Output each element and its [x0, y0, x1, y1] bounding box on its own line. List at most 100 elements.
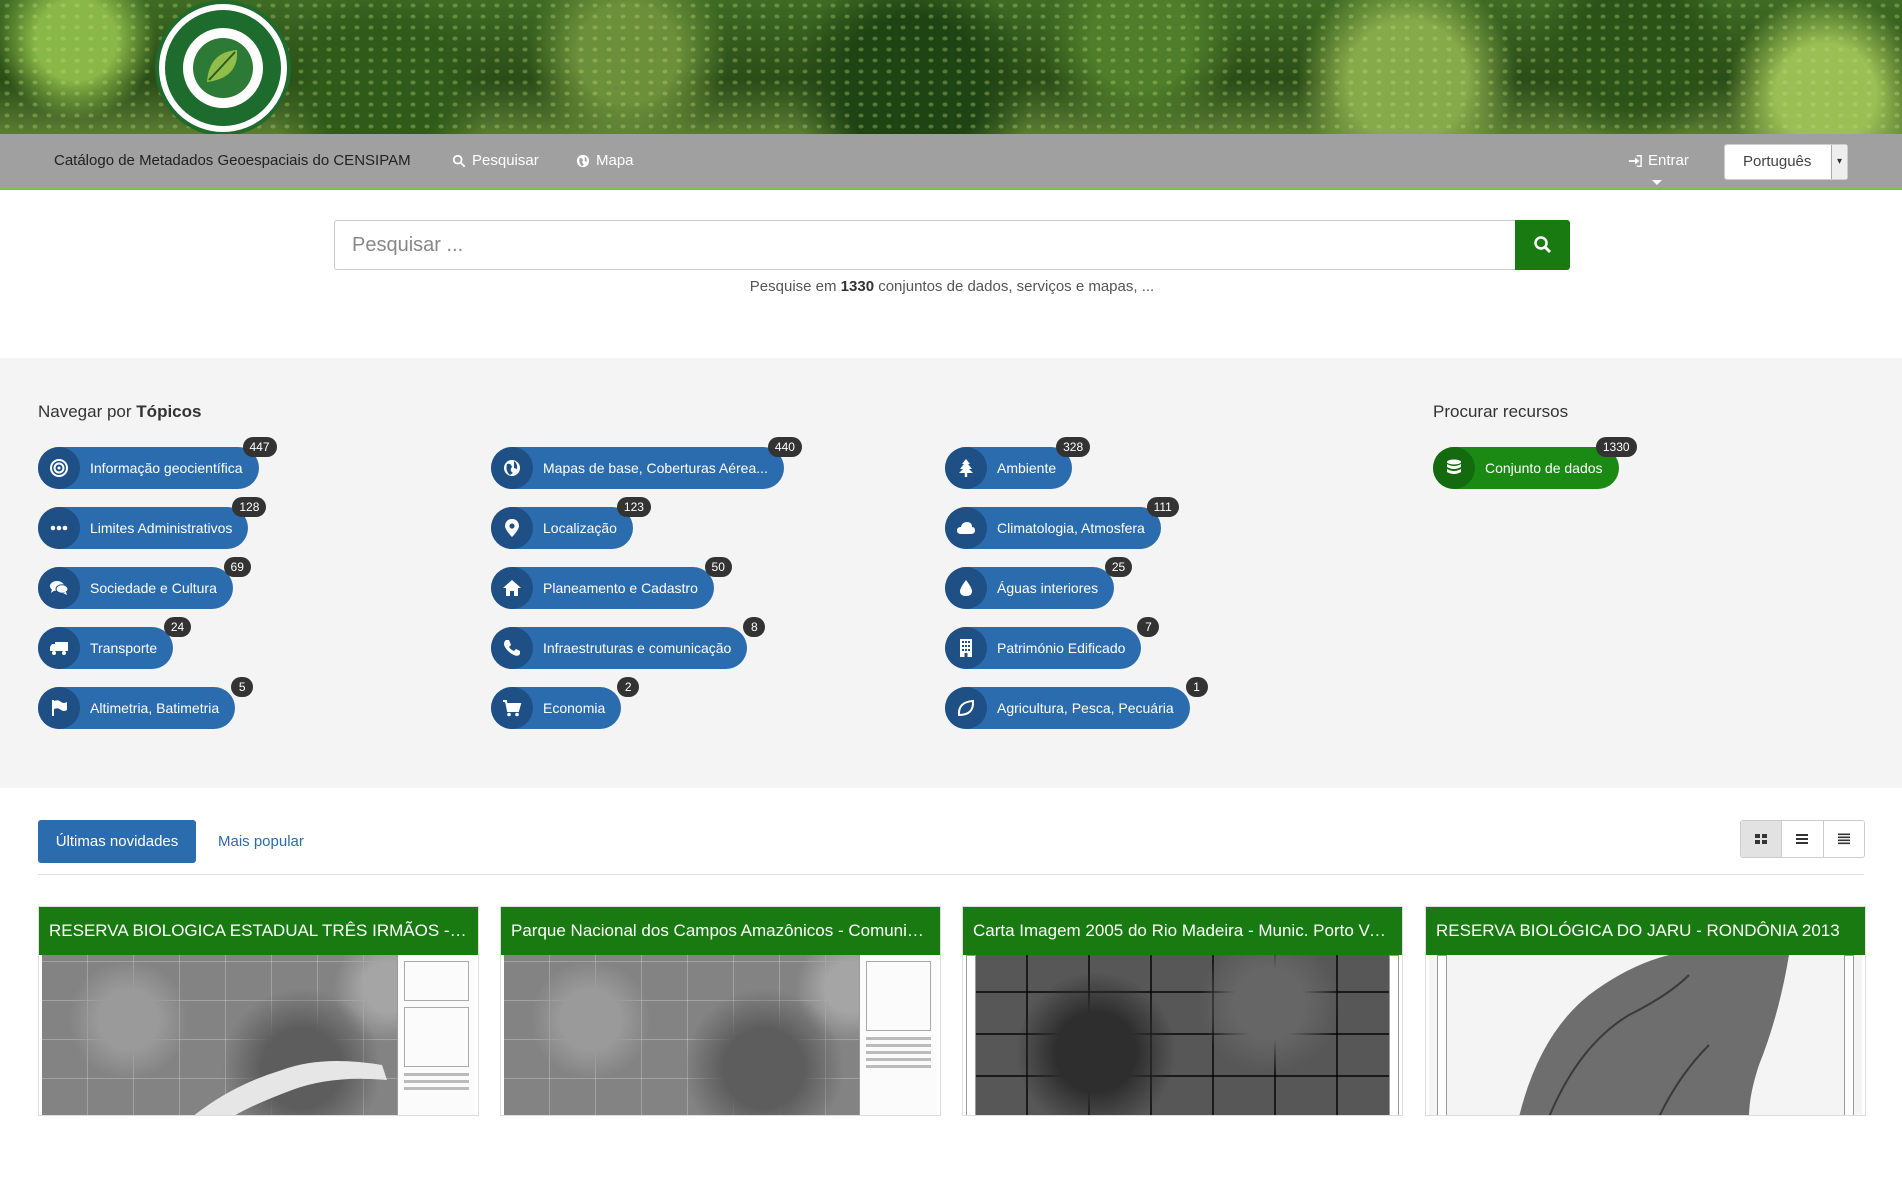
topic-count-badge: 447: [242, 437, 277, 457]
record-thumbnail[interactable]: [42, 955, 475, 1115]
search-input[interactable]: [334, 220, 1515, 270]
topic-agriculture[interactable]: Agricultura, Pesca, Pecuária 1: [945, 677, 1208, 729]
tab-latest[interactable]: Últimas novidades: [38, 820, 196, 863]
table-icon: [1837, 833, 1850, 845]
tree-icon: [945, 447, 987, 489]
phone-icon: [491, 627, 533, 669]
topic-infrastructure[interactable]: Infraestruturas e comunicação 8: [491, 617, 766, 669]
resource-count-badge: 1330: [1595, 437, 1637, 457]
topics-title-prefix: Navegar por: [38, 402, 132, 421]
record-card-title[interactable]: RESERVA BIOLOGICA ESTADUAL TRÊS IRMÃOS -…: [39, 907, 478, 955]
reserve-shape: [1519, 955, 1789, 1115]
topic-planning[interactable]: Planeamento e Cadastro 50: [491, 557, 732, 609]
resource-label: Conjunto de dados: [1485, 460, 1603, 476]
record-thumbnail[interactable]: [966, 955, 1399, 1115]
topic-society[interactable]: Sociedade e Cultura 69: [38, 557, 251, 609]
topic-label: Informação geocientífica: [90, 460, 243, 476]
topic-geoscientific[interactable]: Informação geocientífica 447: [38, 437, 277, 489]
topic-label: Mapas de base, Coberturas Aérea...: [543, 460, 768, 476]
topic-count-badge: 123: [616, 497, 651, 517]
map-frame-right: [1389, 955, 1399, 1115]
topic-transport[interactable]: Transporte 24: [38, 617, 192, 669]
tab-popular[interactable]: Mais popular: [218, 820, 304, 863]
record-card[interactable]: Parque Nacional dos Campos Amazônicos - …: [500, 906, 941, 1116]
target-icon: [38, 447, 80, 489]
topic-label: Ambiente: [997, 460, 1057, 476]
topic-basemaps[interactable]: Mapas de base, Coberturas Aérea... 440: [491, 437, 802, 489]
language-select[interactable]: Português ▾: [1724, 144, 1848, 180]
topic-elevation[interactable]: Altimetria, Batimetria 5: [38, 677, 254, 729]
sipam-logo[interactable]: [155, 0, 291, 134]
resources-title: Procurar recursos: [1433, 402, 1569, 421]
search-icon: [452, 154, 466, 168]
topic-count-badge: 50: [704, 557, 732, 577]
topic-count-badge: 7: [1137, 617, 1160, 637]
topic-count-badge: 128: [232, 497, 267, 517]
topic-environment[interactable]: Ambiente 328: [945, 437, 1091, 489]
search-hint-count: 1330: [840, 278, 875, 295]
map-frame-left: [966, 955, 976, 1115]
topic-economy[interactable]: Economia 2: [491, 677, 640, 729]
topic-boundaries[interactable]: Limites Administrativos 128: [38, 497, 267, 549]
leaf-icon: [945, 687, 987, 729]
nav-map-link[interactable]: Mapa: [576, 134, 634, 188]
search-button[interactable]: [1515, 220, 1570, 270]
list-icon: [1796, 834, 1809, 844]
table-view-button[interactable]: [1823, 821, 1864, 857]
building-icon: [945, 627, 987, 669]
record-card[interactable]: RESERVA BIOLÓGICA DO JARU - RONDÔNIA 201…: [1425, 906, 1866, 1116]
topic-count-badge: 25: [1104, 557, 1133, 577]
nav-search-label: Pesquisar: [472, 152, 539, 169]
grid-view-button[interactable]: [1741, 821, 1783, 857]
topic-count-badge: 24: [163, 617, 192, 637]
map-marker-icon: [491, 507, 533, 549]
drop-icon: [945, 567, 987, 609]
topic-label: Sociedade e Cultura: [90, 580, 217, 596]
record-thumbnail[interactable]: [1429, 955, 1862, 1115]
grid-icon: [1755, 834, 1768, 844]
record-thumbnail[interactable]: [504, 955, 937, 1115]
globe-icon: [491, 447, 533, 489]
topic-label: Planeamento e Cadastro: [543, 580, 698, 596]
topic-label: Climatologia, Atmosfera: [997, 520, 1145, 536]
record-card[interactable]: Carta Imagem 2005 do Rio Madeira - Munic…: [962, 906, 1403, 1116]
record-card-title[interactable]: Parque Nacional dos Campos Amazônicos - …: [501, 907, 940, 955]
chevron-down-icon[interactable]: ▾: [1831, 145, 1847, 179]
topic-label: Transporte: [90, 640, 158, 656]
cart-icon: [491, 687, 533, 729]
search-hint-prefix: Pesquise em: [749, 278, 837, 295]
resource-datasets[interactable]: Conjunto de dados 1330: [1433, 437, 1637, 489]
search-hint-suffix: conjuntos de dados, serviços e mapas, ..…: [878, 278, 1155, 295]
topic-count-badge: 328: [1056, 437, 1091, 457]
search-hint: Pesquise em 1330 conjuntos de dados, ser…: [334, 278, 1570, 295]
login-caret-icon[interactable]: [1652, 180, 1662, 185]
record-card-title[interactable]: RESERVA BIOLÓGICA DO JARU - RONDÔNIA 201…: [1426, 907, 1865, 955]
search-icon: [1533, 236, 1551, 254]
language-value: Português: [1743, 153, 1812, 170]
leaf-logo-icon: [183, 28, 263, 108]
record-card-title[interactable]: Carta Imagem 2005 do Rio Madeira - Munic…: [963, 907, 1402, 955]
topic-heritage[interactable]: Património Edificado 7: [945, 617, 1160, 669]
topic-inland-waters[interactable]: Águas interiores 25: [945, 557, 1133, 609]
catalog-brand-link[interactable]: Catálogo de Metadados Geoespaciais do CE…: [54, 134, 411, 188]
map-frame-left: [1437, 955, 1447, 1115]
map-frame-right: [1844, 955, 1854, 1115]
list-view-button[interactable]: [1782, 821, 1824, 857]
tabs-divider: [38, 874, 1864, 875]
topic-label: Infraestruturas e comunicação: [543, 640, 732, 656]
topic-label: Altimetria, Batimetria: [90, 700, 220, 716]
database-icon: [1433, 447, 1475, 489]
topics-title-bold: Tópicos: [136, 402, 202, 421]
ellipsis-icon: [38, 507, 80, 549]
record-card[interactable]: RESERVA BIOLOGICA ESTADUAL TRÊS IRMÃOS -…: [38, 906, 479, 1116]
truck-icon: [38, 627, 80, 669]
topics-title: Navegar por Tópicos: [38, 402, 201, 422]
header-banner: [0, 0, 1902, 134]
map-legend: [397, 955, 475, 1115]
topic-count-badge: 440: [767, 437, 802, 457]
topic-climatology[interactable]: Climatologia, Atmosfera 111: [945, 497, 1179, 549]
home-icon: [491, 567, 533, 609]
topic-label: Património Edificado: [997, 640, 1126, 656]
nav-search-link[interactable]: Pesquisar: [452, 134, 539, 188]
topic-location[interactable]: Localização 123: [491, 497, 651, 549]
